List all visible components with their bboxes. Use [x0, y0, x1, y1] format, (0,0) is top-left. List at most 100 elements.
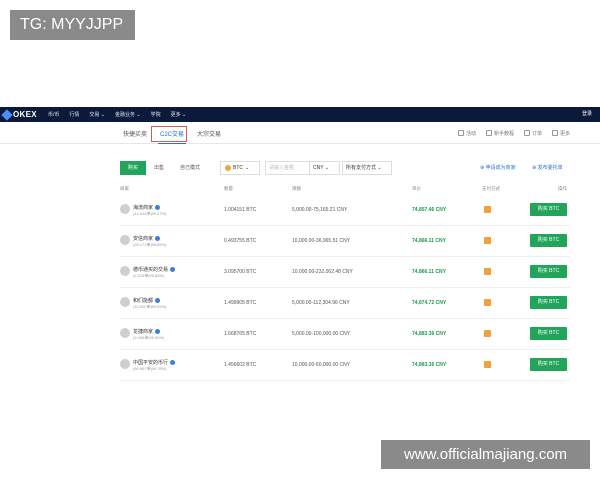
offer-price: 74,857.46 CNY — [412, 207, 447, 213]
offer-quantity: 1.499905 BTC — [224, 300, 257, 306]
bank-card-icon — [484, 299, 491, 306]
buy-toggle-button[interactable]: 购买 — [120, 161, 147, 175]
offer-limit: 10,000.00-232,062.48 CNY — [292, 269, 353, 275]
orders-icon — [523, 130, 530, 136]
watermark-bottom: www.officialmajiang.com — [381, 440, 590, 469]
verified-icon — [155, 205, 161, 211]
c2c-tab-highlight — [151, 126, 187, 142]
nav-item-markets[interactable]: 行情 — [69, 111, 79, 118]
merchant-name[interactable]: 龙捷商家 — [133, 328, 161, 335]
offer-price: 74,866.11 CNY — [412, 269, 446, 275]
header-action: 操作 — [558, 186, 567, 191]
avatar — [120, 328, 130, 338]
post-order-label: 发布委托单 — [537, 165, 563, 171]
sub-navigation: 快捷买卖 C2C交易 大宗交易 活动 新手教程 订单 更多 — [0, 122, 600, 144]
tutorial-link[interactable]: 新手教程 — [485, 130, 514, 137]
offer-price: 74,866.11 CNY — [412, 238, 446, 244]
filter-bar: 购买 出售 自己模式 BTC ⌄ 请输入金额 CNY ⌄ 所有支付方式 ⌄ ⊕ … — [120, 161, 570, 175]
nav-item-coin-coin[interactable]: 币/币 — [48, 111, 59, 118]
table-row: 和们能都 (10,000单|99.59%) 1.499905 BTC 5,000… — [120, 288, 570, 319]
more-label: 更多 — [559, 130, 570, 137]
verified-icon — [155, 329, 161, 335]
currency-select[interactable]: CNY ⌄ — [310, 161, 340, 175]
subnav-right-links: 活动 新手教程 订单 更多 — [457, 122, 570, 144]
currency-select-value: CNY — [313, 165, 324, 171]
header-limit: 限额 — [292, 186, 301, 191]
avatar — [120, 204, 130, 214]
offers-table: 海流商家 (14,034单|99.27%) 1.004151 BTC 5,000… — [120, 195, 570, 381]
offer-quantity: 1.668765 BTC — [224, 331, 257, 337]
merchant-stats: (60,957单|99.78%) — [133, 366, 167, 371]
merchant-name[interactable]: 德币通买的交易 — [133, 266, 176, 273]
merchant-stats: (2,515单|99.83%) — [133, 273, 165, 278]
offer-quantity: 1.004151 BTC — [224, 207, 257, 213]
nav-item-academy[interactable]: 学院 — [151, 111, 161, 118]
buy-sell-toggle: 购买 出售 — [120, 161, 173, 175]
buy-btc-button[interactable]: 购买 BTC — [530, 203, 567, 216]
offer-quantity: 0.493755 BTC — [224, 238, 257, 244]
table-header: 商家 数量 限额 单价 支付方式 操作 — [120, 186, 570, 195]
tutorial-icon — [485, 130, 492, 136]
offer-limit: 5,000.00-112,304.96 CNY — [292, 300, 350, 306]
post-order-link[interactable]: ⊕ 发布委托单 — [532, 161, 563, 175]
offer-limit: 5,000.00-100,000.00 CNY — [292, 331, 351, 337]
offer-limit: 5,000.00-75,165.21 CNY — [292, 207, 348, 213]
apply-merchant-label: 申请成为商家 — [485, 165, 516, 171]
table-row: 德币通买的交易 (2,515单|99.83%) 3.095700 BTC 10,… — [120, 257, 570, 288]
bank-card-icon — [484, 206, 491, 213]
buy-btc-button[interactable]: 购买 BTC — [530, 265, 567, 278]
mode-option[interactable]: 自己模式 — [180, 161, 200, 175]
okex-c2c-page: OKEX 币/币 行情 交易 ⌄ 金融业务 ⌄ 学院 更多 ⌄ 登录 快捷买卖 … — [0, 107, 600, 440]
okex-logo[interactable]: OKEX — [1, 108, 37, 121]
buy-btc-button[interactable]: 购买 BTC — [530, 327, 567, 340]
verified-icon — [155, 236, 161, 242]
coin-select-value: BTC — [233, 165, 243, 171]
amount-input[interactable]: 请输入金额 — [265, 161, 310, 175]
more-link[interactable]: 更多 — [551, 130, 570, 137]
offer-quantity: 1.456602 BTC — [224, 362, 257, 368]
login-link[interactable]: 登录 — [582, 107, 592, 122]
sell-toggle-button[interactable]: 出售 — [146, 161, 173, 175]
tab-block-trade[interactable]: 大宗交易 — [195, 127, 223, 140]
nav-item-trade[interactable]: 交易 ⌄ — [89, 111, 105, 118]
apply-merchant-link[interactable]: ⊕ 申请成为商家 — [480, 161, 516, 175]
avatar — [120, 235, 130, 245]
avatar — [120, 297, 130, 307]
activity-label: 活动 — [465, 130, 476, 137]
bank-card-icon — [484, 237, 491, 244]
okex-logo-icon — [1, 108, 13, 121]
merchant-name[interactable]: 海流商家 — [133, 204, 161, 211]
payment-method-select[interactable]: 所有支付方式 ⌄ — [342, 161, 392, 175]
activity-link[interactable]: 活动 — [457, 130, 476, 137]
offer-price: 74,883.36 CNY — [412, 362, 447, 368]
merchant-stats: (14,034单|99.27%) — [133, 211, 167, 216]
table-row: 龙捷商家 (2,406单|99.30%) 1.668765 BTC 5,000.… — [120, 319, 570, 350]
merchant-name[interactable]: 安信商家 — [133, 235, 161, 242]
merchant-name[interactable]: 和们能都 — [133, 297, 161, 304]
merchant-stats: (25,171单|99.66%) — [133, 242, 167, 247]
table-row: 安信商家 (25,171单|99.66%) 0.493755 BTC 10,00… — [120, 226, 570, 257]
watermark-top: TG: MYYJJPP — [10, 10, 135, 40]
header-price: 单价 — [412, 186, 421, 191]
offer-limit: 10,000.00-60,000.00 CNY — [292, 362, 351, 368]
tab-quick-trade[interactable]: 快捷买卖 — [121, 127, 149, 140]
merchant-name[interactable]: 中国平安的币行 — [133, 359, 176, 366]
nav-item-finance[interactable]: 金融业务 ⌄ — [115, 111, 141, 118]
offer-price: 74,874.72 CNY — [412, 300, 447, 306]
offer-quantity: 3.095700 BTC — [224, 269, 257, 275]
coin-select[interactable]: BTC ⌄ — [220, 161, 260, 175]
table-row: 海流商家 (14,034单|99.27%) 1.004151 BTC 5,000… — [120, 195, 570, 226]
nav-menu: 币/币 行情 交易 ⌄ 金融业务 ⌄ 学院 更多 ⌄ — [48, 107, 186, 122]
header-payment: 支付方式 — [482, 186, 500, 191]
tutorial-label: 新手教程 — [493, 130, 514, 137]
verified-icon — [170, 360, 176, 366]
bank-card-icon — [484, 268, 491, 275]
buy-btc-button[interactable]: 购买 BTC — [530, 358, 567, 371]
chevron-down-icon: ⌄ — [245, 165, 250, 171]
merchant-stats: (10,000单|99.59%) — [133, 304, 167, 309]
buy-btc-button[interactable]: 购买 BTC — [530, 296, 567, 309]
nav-item-more[interactable]: 更多 ⌄ — [171, 111, 187, 118]
buy-btc-button[interactable]: 购买 BTC — [530, 234, 567, 247]
orders-link[interactable]: 订单 — [523, 130, 542, 137]
bank-card-icon — [484, 361, 491, 368]
